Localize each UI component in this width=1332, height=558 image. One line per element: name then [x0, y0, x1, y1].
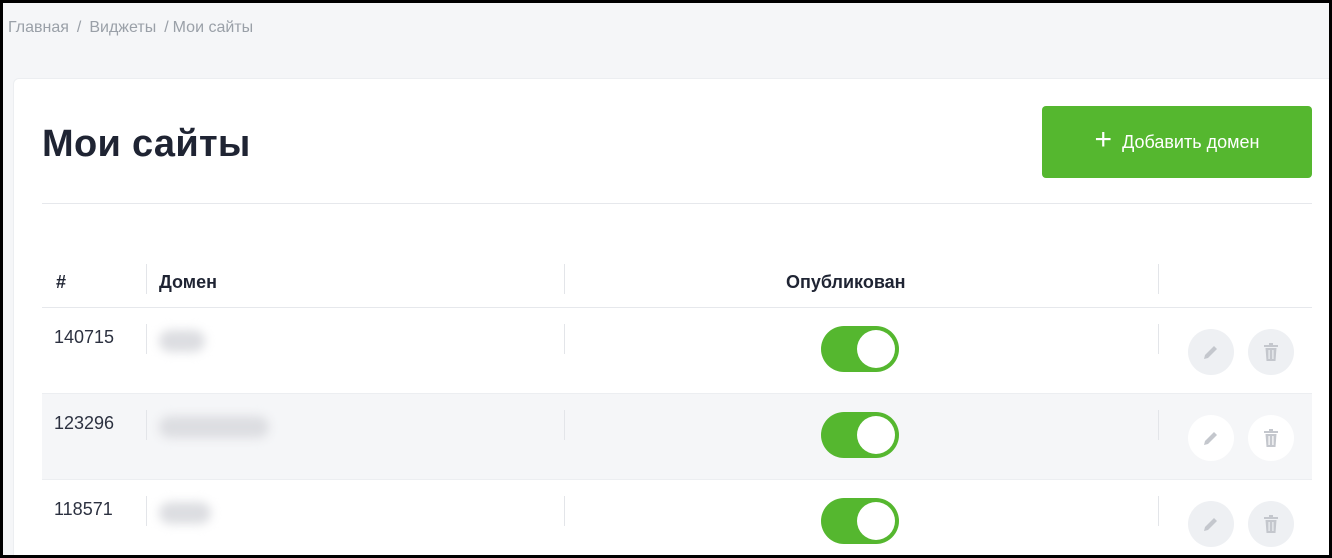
- column-header-published[interactable]: Опубликован: [786, 257, 906, 308]
- column-separator: [1158, 324, 1159, 354]
- page-title: Мои сайты: [42, 123, 251, 165]
- edit-button[interactable]: [1188, 415, 1234, 461]
- row-id: 123296: [54, 413, 115, 433]
- breadcrumb-separator: /: [76, 19, 82, 36]
- table-row: 123296: [42, 394, 1312, 480]
- column-separator: [564, 264, 565, 294]
- pencil-icon: [1204, 518, 1217, 531]
- breadcrumb-item-home[interactable]: Главная: [8, 19, 69, 37]
- trash-icon: [1264, 429, 1278, 447]
- column-separator: [564, 410, 565, 440]
- header-divider: [42, 203, 1312, 204]
- breadcrumb: Главная / Виджеты / Мои сайты: [8, 19, 253, 37]
- delete-button[interactable]: [1248, 501, 1294, 547]
- column-header-domain[interactable]: Домен: [159, 257, 217, 308]
- add-domain-label: Добавить домен: [1122, 131, 1260, 152]
- toggle-knob: [857, 502, 895, 540]
- column-separator: [1158, 410, 1159, 440]
- trash-icon: [1264, 343, 1278, 361]
- edit-button[interactable]: [1188, 329, 1234, 375]
- breadcrumb-separator: /: [164, 19, 169, 36]
- domain-link-blurred[interactable]: [159, 416, 269, 438]
- sites-card: Мои сайты + Добавить домен # Домен Опубл…: [13, 78, 1329, 555]
- plus-icon: +: [1094, 123, 1113, 156]
- column-separator: [564, 324, 565, 354]
- breadcrumb-item-current: Мои сайты: [172, 19, 254, 36]
- edit-button[interactable]: [1188, 501, 1234, 547]
- delete-button[interactable]: [1248, 329, 1294, 375]
- table-row: 140715: [42, 308, 1312, 394]
- pencil-icon: [1204, 432, 1217, 445]
- sites-table: # Домен Опубликован 140715 123296 118571: [42, 257, 1312, 555]
- breadcrumb-item-widgets[interactable]: Виджеты: [89, 19, 156, 37]
- add-domain-button[interactable]: + Добавить домен: [1042, 106, 1312, 178]
- row-id: 118571: [54, 499, 113, 519]
- column-separator: [1158, 496, 1159, 526]
- published-toggle[interactable]: [821, 326, 899, 372]
- table-header: # Домен Опубликован: [42, 257, 1312, 308]
- domain-link-blurred[interactable]: [159, 330, 205, 352]
- toggle-knob: [857, 416, 895, 454]
- delete-button[interactable]: [1248, 415, 1294, 461]
- column-separator: [146, 264, 147, 294]
- column-separator: [146, 496, 147, 526]
- column-separator: [564, 496, 565, 526]
- column-separator: [146, 324, 147, 354]
- pencil-icon: [1204, 346, 1217, 359]
- published-toggle[interactable]: [821, 498, 899, 544]
- column-separator: [146, 410, 147, 440]
- trash-icon: [1264, 515, 1278, 533]
- column-header-index: #: [56, 272, 67, 292]
- table-row: 118571: [42, 480, 1312, 555]
- app-frame: Главная / Виджеты / Мои сайты Мои сайты …: [3, 3, 1329, 555]
- published-toggle[interactable]: [821, 412, 899, 458]
- row-id: 140715: [54, 327, 115, 347]
- domain-link-blurred[interactable]: [159, 502, 211, 524]
- toggle-knob: [857, 330, 895, 368]
- column-separator: [1158, 264, 1159, 294]
